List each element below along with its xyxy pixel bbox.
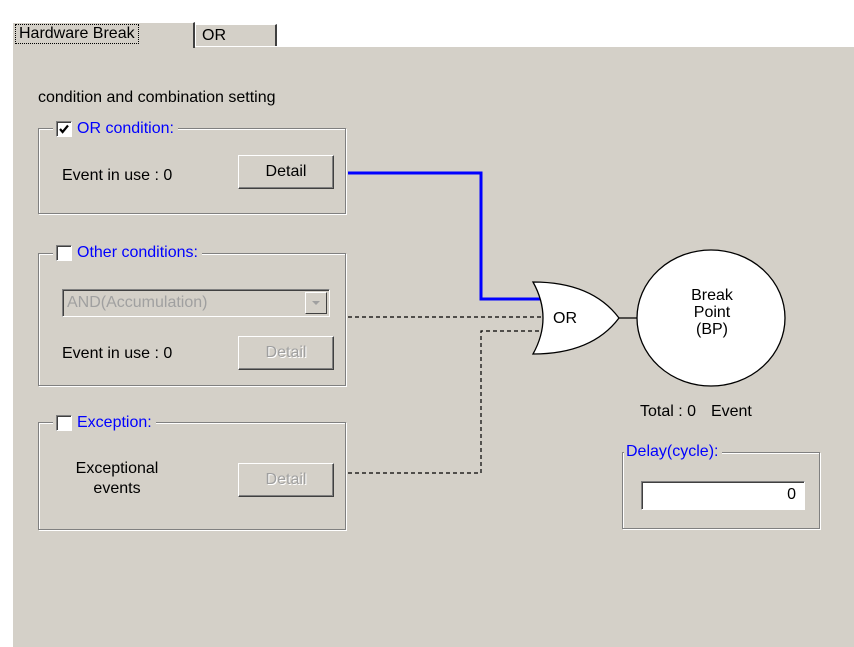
breakpoint-label-line2: Point [693, 304, 731, 321]
exception-wire [348, 330, 541, 474]
or-condition-wire [348, 171, 540, 301]
other-conditions-label: Other conditions: [77, 244, 198, 261]
or-gate-label: OR [553, 310, 577, 327]
other-conditions-legend: Other conditions: [53, 243, 202, 263]
or-condition-label: OR condition: [77, 120, 174, 137]
check-icon [59, 124, 69, 134]
tab-or-label: OR [202, 27, 226, 44]
exception-detail-button[interactable]: Detail [238, 463, 334, 497]
exception-text-line2: events [93, 480, 141, 497]
exception-checkbox[interactable] [56, 415, 72, 431]
exception-text-line1: Exceptional [75, 460, 159, 477]
breakpoint-label-line1: Break [691, 287, 733, 304]
chevron-down-icon[interactable] [305, 292, 327, 314]
other-conditions-event-text: Event in use : 0 [62, 345, 173, 362]
total-count: 0 [687, 403, 697, 420]
delay-label: Delay(cycle): [624, 442, 723, 462]
combination-select-value: AND(Accumulation) [67, 294, 208, 311]
breakpoint-label-line3: (BP) [696, 321, 728, 338]
or-condition-checkbox[interactable] [56, 121, 72, 137]
or-condition-detail-button[interactable]: Detail [238, 155, 334, 189]
tab-or[interactable]: OR [195, 24, 277, 46]
tab-hardware-break-label: Hardware Break [15, 24, 139, 44]
tab-hardware-break[interactable]: Hardware Break [12, 22, 195, 48]
total-suffix: Event [710, 403, 752, 420]
other-conditions-detail-button[interactable]: Detail [238, 336, 334, 370]
total-prefix: Total : [640, 403, 683, 420]
delay-input[interactable]: 0 [641, 481, 805, 510]
or-condition-event-text: Event in use : 0 [62, 167, 173, 184]
other-conditions-checkbox[interactable] [56, 245, 72, 261]
exception-label: Exception: [77, 414, 152, 431]
total-event-count: Total : 0 Event [640, 402, 752, 422]
combination-select[interactable]: AND(Accumulation) [62, 289, 330, 317]
